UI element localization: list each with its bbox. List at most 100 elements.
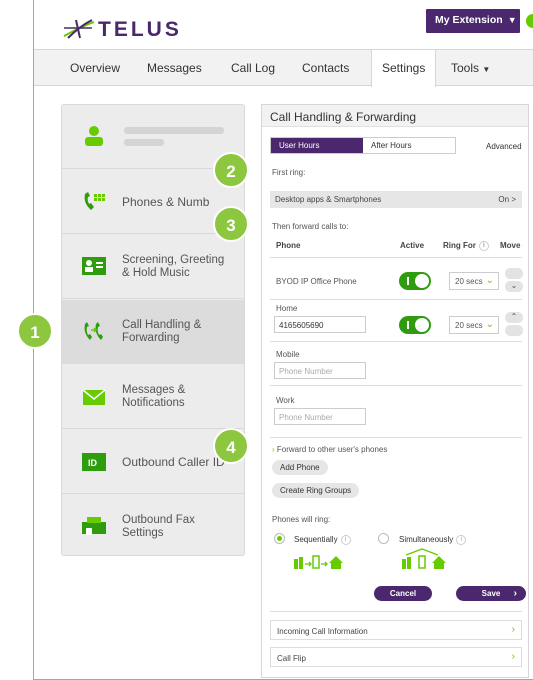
help-icon[interactable]: i bbox=[456, 535, 467, 545]
chevron-down-icon: ⌄ bbox=[485, 275, 494, 286]
tab-tools-label: Tools bbox=[451, 61, 480, 75]
advanced-link[interactable]: Advanced bbox=[486, 142, 522, 151]
telus-swoosh-icon bbox=[63, 19, 95, 39]
telus-logo[interactable]: TELUS bbox=[62, 18, 197, 42]
menu-item-call-handling[interactable]: Call Handling & Forwarding bbox=[62, 300, 244, 364]
svg-text:ID: ID bbox=[88, 458, 98, 468]
my-extension-label: My Extension bbox=[435, 14, 503, 26]
sequentially-label: Sequentially bbox=[294, 535, 338, 545]
incoming-call-info-label: Incoming Call Information bbox=[277, 627, 368, 636]
chevron-right-icon: › bbox=[511, 624, 515, 635]
logo-text: TELUS bbox=[98, 18, 182, 41]
profile-name-blurred bbox=[124, 127, 224, 134]
callout-2: 2 bbox=[213, 152, 249, 188]
call-handling-panel: Call Handling & Forwarding User Hours Af… bbox=[261, 104, 529, 678]
first-ring-option: Desktop apps & Smartphones bbox=[275, 195, 382, 204]
my-extension-button[interactable]: My Extension ▼ bbox=[426, 9, 520, 33]
ring-duration-value: 20 secs bbox=[455, 321, 483, 330]
presence-status-icon[interactable] bbox=[526, 14, 533, 28]
tab-messages[interactable]: Messages bbox=[147, 61, 202, 75]
active-toggle[interactable] bbox=[399, 316, 431, 334]
forward-other-users-link[interactable]: › Forward to other user's phones bbox=[272, 445, 387, 454]
tab-user-hours[interactable]: User Hours bbox=[271, 138, 363, 153]
tab-settings[interactable]: Settings bbox=[371, 50, 437, 87]
simultaneously-option: Simultaneously i bbox=[399, 535, 467, 545]
col-active: Active bbox=[400, 241, 425, 250]
divider bbox=[270, 437, 522, 438]
save-label: Save bbox=[481, 589, 501, 598]
sequential-ring-icon bbox=[294, 555, 343, 569]
first-ring-row[interactable]: Desktop apps & Smartphones On > bbox=[270, 191, 522, 208]
col-ring-for: Ring For i bbox=[443, 241, 489, 251]
menu-item-messages[interactable]: Messages & Notifications bbox=[62, 365, 244, 429]
radio-simultaneously[interactable] bbox=[378, 533, 389, 544]
callout-1: 1 bbox=[17, 313, 53, 349]
menu-item-screening[interactable]: Screening, Greeting & Hold Music bbox=[62, 235, 244, 299]
home-label: Home bbox=[276, 304, 298, 313]
chevron-right-icon: › bbox=[513, 588, 517, 599]
col-phone: Phone bbox=[276, 241, 301, 250]
menu-label-phones: Phones & Numb bbox=[122, 195, 210, 209]
call-flip-label: Call Flip bbox=[277, 654, 306, 663]
callout-4: 4 bbox=[213, 428, 249, 464]
tab-tools[interactable]: Tools ▼ bbox=[451, 61, 490, 75]
caret-down-icon: ▼ bbox=[507, 15, 517, 25]
simultaneously-label: Simultaneously bbox=[399, 535, 454, 545]
hours-tabs: User Hours After Hours bbox=[270, 137, 456, 154]
active-toggle[interactable] bbox=[399, 272, 431, 290]
move-down-button[interactable] bbox=[505, 325, 523, 336]
tab-overview[interactable]: Overview bbox=[70, 61, 120, 75]
col-ring-for-label: Ring For bbox=[443, 241, 476, 251]
tab-after-hours[interactable]: After Hours bbox=[365, 138, 455, 153]
menu-label-screening: Screening, Greeting & Hold Music bbox=[122, 254, 225, 279]
divider bbox=[270, 611, 522, 612]
work-label: Work bbox=[276, 396, 295, 405]
profile-extension-blurred bbox=[124, 139, 164, 146]
caret-down-icon: ▼ bbox=[482, 65, 491, 74]
tab-call-log[interactable]: Call Log bbox=[231, 61, 275, 75]
divider bbox=[270, 385, 522, 386]
app-frame: TELUS My Extension ▼ Overview Messages Ca… bbox=[33, 0, 533, 680]
tab-contacts[interactable]: Contacts bbox=[302, 61, 349, 75]
call-flip-row[interactable]: Call Flip › bbox=[270, 647, 522, 667]
phone-grid-icon bbox=[84, 192, 105, 210]
create-ring-groups-button[interactable]: Create Ring Groups bbox=[272, 483, 360, 498]
forward-to-label: Then forward calls to: bbox=[272, 222, 349, 231]
top-nav: Overview Messages Call Log Contacts Sett… bbox=[34, 49, 533, 87]
divider bbox=[270, 341, 522, 342]
user-icon bbox=[85, 126, 103, 146]
call-forward-icon bbox=[84, 322, 103, 340]
divider bbox=[270, 257, 522, 258]
chevron-right-icon: > bbox=[511, 195, 516, 204]
screening-icon bbox=[82, 257, 106, 275]
divider bbox=[270, 299, 522, 300]
help-icon[interactable]: i bbox=[340, 535, 351, 545]
col-move: Move bbox=[500, 241, 521, 250]
ring-duration-select[interactable]: 20 secs ⌄ bbox=[449, 316, 499, 334]
move-up-button[interactable] bbox=[505, 268, 523, 279]
move-up-button[interactable]: ⌃ bbox=[505, 312, 523, 323]
menu-label-call-handling: Call Handling & Forwarding bbox=[122, 319, 202, 344]
fax-icon bbox=[82, 517, 106, 535]
first-ring-status-label: On bbox=[498, 195, 510, 204]
cancel-button[interactable]: Cancel bbox=[374, 586, 432, 601]
panel-title: Call Handling & Forwarding bbox=[262, 105, 528, 127]
simultaneous-ring-icon bbox=[402, 548, 446, 569]
move-down-button[interactable]: ⌄ bbox=[505, 281, 523, 292]
chevron-down-icon: ⌄ bbox=[485, 319, 494, 330]
home-number-input[interactable]: 4165605690 bbox=[274, 316, 366, 333]
first-ring-label: First ring: bbox=[272, 168, 306, 177]
envelope-icon bbox=[82, 389, 106, 405]
mobile-label: Mobile bbox=[276, 350, 300, 359]
add-phone-button[interactable]: Add Phone bbox=[272, 460, 328, 475]
radio-sequentially[interactable] bbox=[274, 533, 285, 544]
menu-item-fax[interactable]: Outbound Fax Settings bbox=[62, 495, 244, 559]
callout-3: 3 bbox=[213, 206, 249, 242]
work-number-input[interactable]: Phone Number bbox=[274, 408, 366, 425]
ring-duration-select[interactable]: 20 secs ⌄ bbox=[449, 272, 499, 290]
save-button[interactable]: Save › bbox=[456, 586, 526, 601]
forward-other-users-label: Forward to other user's phones bbox=[276, 445, 388, 454]
incoming-call-info-row[interactable]: Incoming Call Information › bbox=[270, 620, 522, 640]
mobile-number-input[interactable]: Phone Number bbox=[274, 362, 366, 379]
help-icon[interactable]: i bbox=[478, 241, 489, 251]
